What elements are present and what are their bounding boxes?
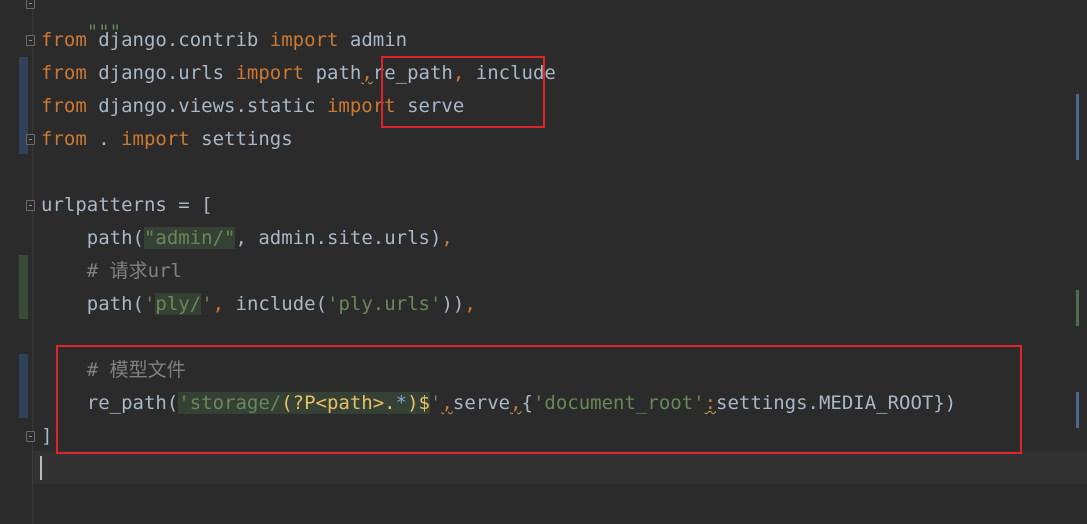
fold-icon[interactable] (26, 200, 35, 211)
scrollbar-marker[interactable] (1076, 392, 1079, 428)
string-literal: "admin/" (143, 227, 236, 249)
comma-warning[interactable]: , (361, 62, 372, 84)
comma: , (441, 227, 453, 249)
code-line: """ (41, 0, 121, 43)
keyword-import: import (269, 29, 339, 51)
keyword-from: from (41, 95, 87, 117)
current-line-highlight (33, 451, 1087, 484)
fold-icon[interactable] (26, 431, 35, 442)
code-line: path('ply/', include('ply.urls')), (41, 288, 476, 321)
gutter-divider (32, 0, 33, 524)
comma: , (212, 293, 236, 315)
vcs-change-marker[interactable] (19, 255, 28, 319)
import-name: path (304, 62, 362, 84)
code-comment: # 请求url (86, 260, 182, 282)
annotation-box (56, 345, 1022, 454)
code-line: ] (41, 420, 52, 453)
string-literal: 'ply.urls' (327, 293, 442, 315)
function-call: path( (86, 293, 144, 315)
module-name: django.urls (86, 62, 236, 84)
fold-icon[interactable] (26, 35, 35, 46)
annotation-box (381, 56, 545, 128)
code-line: urlpatterns = [ (41, 189, 213, 222)
code-line: from django.contrib import admin (41, 24, 407, 57)
keyword-from: from (41, 62, 87, 84)
scrollbar-marker[interactable] (1076, 290, 1079, 326)
fold-icon[interactable] (26, 134, 35, 145)
import-name: settings (189, 128, 293, 150)
scrollbar-marker[interactable] (1076, 94, 1079, 160)
closing-bracket: ] (41, 425, 53, 447)
code-line: # 请求url (41, 255, 182, 288)
module-name: django.views.static (86, 95, 327, 117)
code-line: from . import settings (41, 123, 293, 156)
keyword-from: from (41, 128, 87, 150)
text-caret (40, 456, 42, 480)
string-quote: ' (143, 293, 156, 315)
keyword-import: import (235, 62, 305, 84)
string-literal: ply/ (155, 293, 202, 315)
string-quote: ' (201, 293, 213, 315)
keyword-import: import (121, 128, 190, 150)
module-name: django.contrib (86, 29, 270, 51)
closing-parens: )) (441, 293, 465, 315)
import-name: admin (338, 29, 408, 51)
fold-icon[interactable] (26, 0, 35, 9)
function-call: path( (86, 227, 144, 249)
module-name: . (86, 128, 122, 150)
call-args: , admin.site.urls) (235, 227, 442, 249)
comma: , (464, 293, 476, 315)
urlpatterns-declaration: urlpatterns = [ (41, 194, 213, 216)
function-call: include( (235, 293, 328, 315)
vcs-change-marker[interactable] (19, 354, 28, 418)
code-line: path("admin/", admin.site.urls), (41, 222, 453, 255)
keyword-from: from (41, 29, 87, 51)
